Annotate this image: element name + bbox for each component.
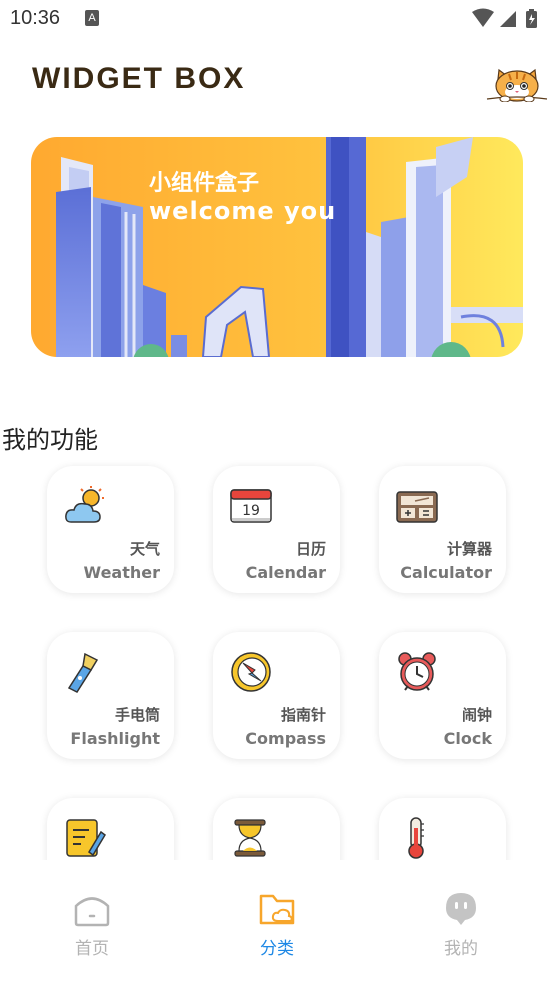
feature-label-en: Flashlight <box>70 729 160 748</box>
tab-home-label: 首页 <box>75 939 109 959</box>
feature-card-notepad[interactable] <box>47 798 174 860</box>
feature-grid: 天气 Weather 19 日历 Calendar 计算器 Calculator <box>0 455 554 860</box>
signal-battery-icons <box>472 8 537 28</box>
feature-label-cn: 手电筒 <box>114 706 160 724</box>
status-time: 10:36 <box>10 7 61 29</box>
weather-icon <box>65 486 104 523</box>
notepad-icon <box>66 819 106 857</box>
flashlight-icon <box>67 652 99 693</box>
feature-label-en: Calculator <box>400 563 492 582</box>
category-folder-icon <box>259 894 295 925</box>
thermometer-icon <box>408 817 424 859</box>
feature-card-flashlight[interactable]: 手电筒 Flashlight <box>47 632 174 759</box>
section-title: 我的功能 <box>2 426 98 454</box>
alarm-clock-icon <box>398 652 436 691</box>
feature-card-weather[interactable]: 天气 Weather <box>47 466 174 593</box>
tab-category-label: 分类 <box>260 939 294 959</box>
tab-home[interactable]: 首页 <box>47 890 137 959</box>
feature-label-cn: 天气 <box>129 540 160 558</box>
home-icon <box>74 897 110 927</box>
feature-card-thermometer[interactable] <box>379 798 506 860</box>
profile-icon <box>446 893 476 925</box>
status-bar: 10:36 A <box>0 0 554 38</box>
calculator-icon <box>396 491 438 523</box>
calendar-icon: 19 <box>230 489 272 523</box>
tab-mine-label: 我的 <box>444 939 478 959</box>
feature-label-cn: 闹钟 <box>461 706 492 724</box>
feature-card-timer[interactable] <box>213 798 340 860</box>
feature-card-calculator[interactable]: 计算器 Calculator <box>379 466 506 593</box>
city-illustration <box>31 137 523 357</box>
welcome-banner[interactable] <box>31 137 523 357</box>
compass-icon <box>231 652 271 692</box>
tab-category[interactable]: 分类 <box>232 890 322 959</box>
feature-label-en: Weather <box>83 563 160 582</box>
banner-title: 小组件盒子 <box>149 171 260 196</box>
feature-card-compass[interactable]: 指南针 Compass <box>213 632 340 759</box>
feature-label-cn: 计算器 <box>446 540 492 558</box>
feature-label-en: Compass <box>245 729 326 748</box>
calendar-day-number: 19 <box>242 503 260 519</box>
notification-icon: A <box>85 10 99 26</box>
feature-label-en: Calendar <box>245 563 326 582</box>
feature-card-clock[interactable]: 闹钟 Clock <box>379 632 506 759</box>
tab-mine[interactable]: 我的 <box>416 890 506 959</box>
bottom-tab-bar: 首页 分类 我的 <box>0 860 554 984</box>
hourglass-icon <box>234 819 266 857</box>
feature-card-calendar[interactable]: 19 日历 Calendar <box>213 466 340 593</box>
cat-mascot-icon[interactable] <box>485 62 549 102</box>
app-title: WIDGET BOX <box>32 62 246 95</box>
feature-label-cn: 日历 <box>295 540 326 558</box>
banner-subtitle: welcome you <box>149 197 337 225</box>
feature-label-en: Clock <box>443 729 492 748</box>
feature-label-cn: 指南针 <box>280 706 326 724</box>
